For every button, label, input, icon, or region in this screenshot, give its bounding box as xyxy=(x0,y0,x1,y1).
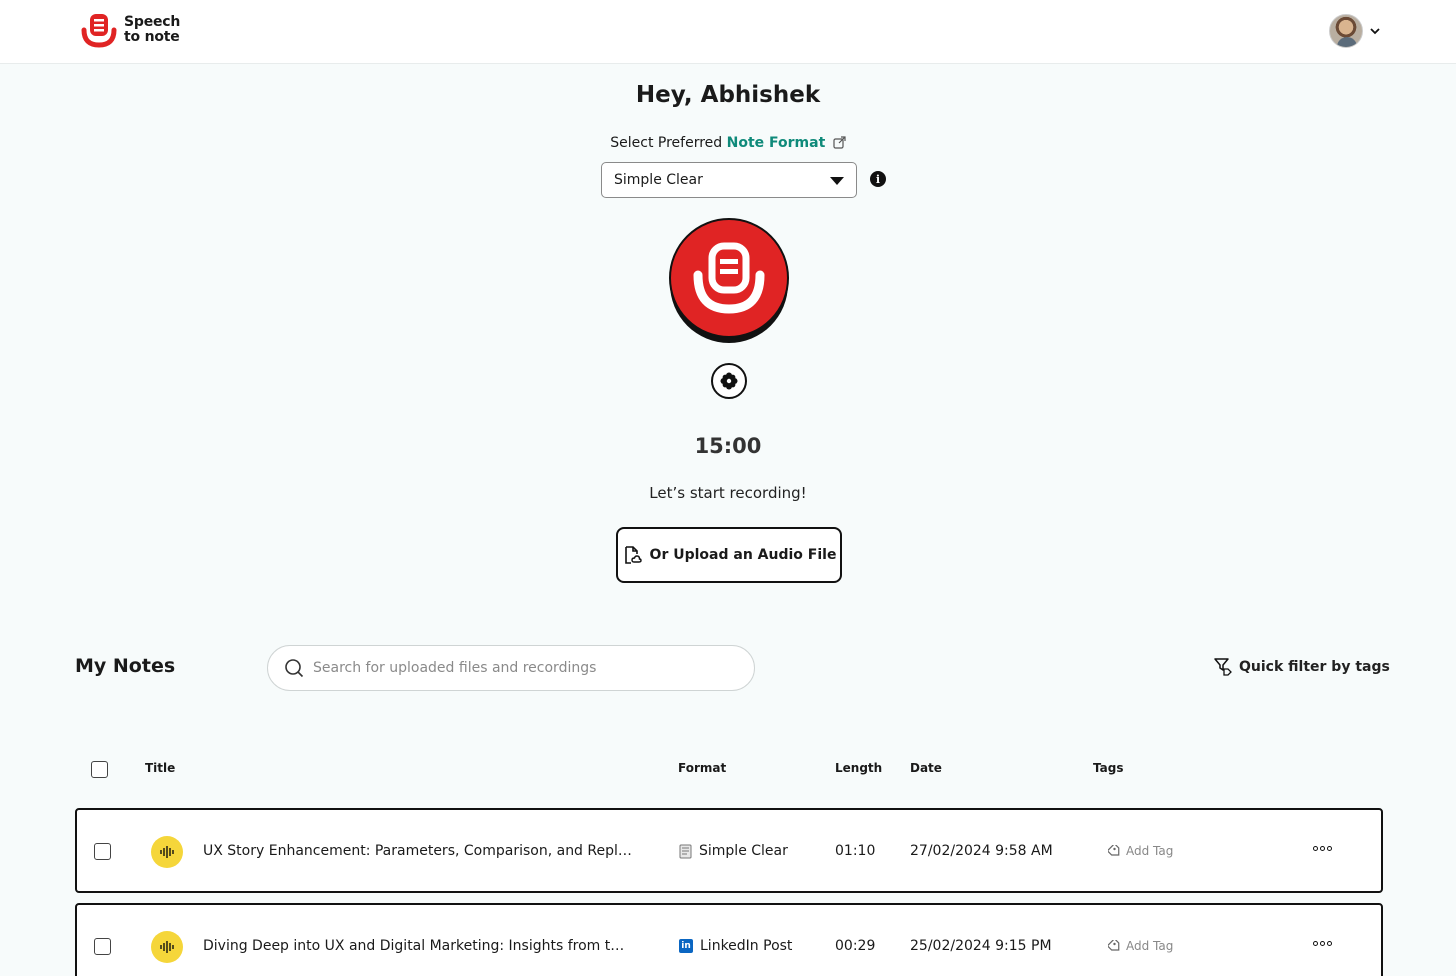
add-tag-label: Add Tag xyxy=(1126,939,1174,953)
note-title[interactable]: UX Story Enhancement: Parameters, Compar… xyxy=(203,843,633,859)
notes-search[interactable] xyxy=(267,645,755,691)
note-format-label: LinkedIn Post xyxy=(700,938,793,954)
table-row[interactable]: Diving Deep into UX and Digital Marketin… xyxy=(75,903,1383,976)
search-icon xyxy=(285,659,304,678)
select-all-checkbox[interactable] xyxy=(91,761,108,778)
note-format: in LinkedIn Post xyxy=(679,938,792,954)
logo-text: Speech to note xyxy=(124,15,180,45)
notes-table-header: Title Format Length Date Tags xyxy=(75,756,1383,782)
row-checkbox[interactable] xyxy=(94,843,111,860)
note-title[interactable]: Diving Deep into UX and Digital Marketin… xyxy=(203,938,633,954)
add-tag-button[interactable]: Add Tag xyxy=(1108,939,1173,953)
external-link-icon[interactable] xyxy=(833,136,846,149)
document-icon xyxy=(679,844,692,858)
table-row[interactable]: UX Story Enhancement: Parameters, Compar… xyxy=(75,808,1383,893)
note-length: 01:10 xyxy=(835,843,876,859)
note-format-label: Simple Clear xyxy=(699,843,788,859)
filter-tag-icon xyxy=(1214,658,1232,676)
note-format-select[interactable]: Simple Clear xyxy=(601,162,857,198)
recording-timer: 15:00 xyxy=(694,434,762,458)
note-format-selected: Simple Clear xyxy=(614,172,703,188)
column-tags: Tags xyxy=(1093,761,1124,775)
record-button[interactable] xyxy=(668,217,790,345)
gear-icon xyxy=(720,372,738,390)
linkedin-icon: in xyxy=(679,939,693,953)
add-tag-button[interactable]: Add Tag xyxy=(1108,844,1173,858)
quick-filter-label: Quick filter by tags xyxy=(1239,658,1390,675)
format-label: Select Preferred Note Format xyxy=(0,135,1456,151)
audio-wave-icon xyxy=(151,836,183,868)
chevron-down-icon[interactable] xyxy=(1369,25,1381,37)
upload-audio-button[interactable]: Or Upload an Audio File xyxy=(616,527,842,583)
column-title[interactable]: Title xyxy=(145,761,175,775)
logo-line-2: to note xyxy=(124,29,180,45)
app-logo[interactable]: Speech to note xyxy=(80,12,180,48)
my-notes-title: My Notes xyxy=(75,655,176,677)
more-options-icon[interactable] xyxy=(1313,846,1332,851)
row-checkbox[interactable] xyxy=(94,938,111,955)
recording-prompt: Let’s start recording! xyxy=(649,484,807,502)
account-menu[interactable] xyxy=(1329,14,1381,48)
greeting: Hey, Abhishek xyxy=(635,82,821,108)
more-options-icon[interactable] xyxy=(1313,941,1332,946)
audio-wave-icon xyxy=(151,931,183,963)
top-bar: Speech to note xyxy=(0,0,1456,64)
logo-line-1: Speech xyxy=(124,14,181,30)
info-icon[interactable]: i xyxy=(870,171,886,187)
note-date: 25/02/2024 9:15 PM xyxy=(910,938,1052,954)
quick-filter-button[interactable]: Quick filter by tags xyxy=(1213,657,1390,676)
note-format-link[interactable]: Note Format xyxy=(727,135,826,151)
column-length[interactable]: Length xyxy=(835,761,882,775)
recording-settings-button[interactable] xyxy=(711,363,747,399)
column-format[interactable]: Format xyxy=(678,761,726,775)
logo-mark-icon xyxy=(81,14,117,48)
search-input[interactable] xyxy=(313,660,733,676)
tag-icon xyxy=(1108,939,1120,951)
tag-icon xyxy=(1108,844,1120,856)
column-date[interactable]: Date xyxy=(910,761,942,775)
avatar[interactable] xyxy=(1329,14,1363,48)
caret-down-icon xyxy=(830,177,844,185)
add-tag-label: Add Tag xyxy=(1126,844,1174,858)
upload-file-icon xyxy=(624,546,642,564)
upload-audio-label: Or Upload an Audio File xyxy=(649,547,837,563)
note-length: 00:29 xyxy=(835,938,876,954)
format-label-prefix: Select Preferred xyxy=(610,135,727,151)
note-format: Simple Clear xyxy=(679,843,788,859)
note-date: 27/02/2024 9:58 AM xyxy=(910,843,1053,859)
